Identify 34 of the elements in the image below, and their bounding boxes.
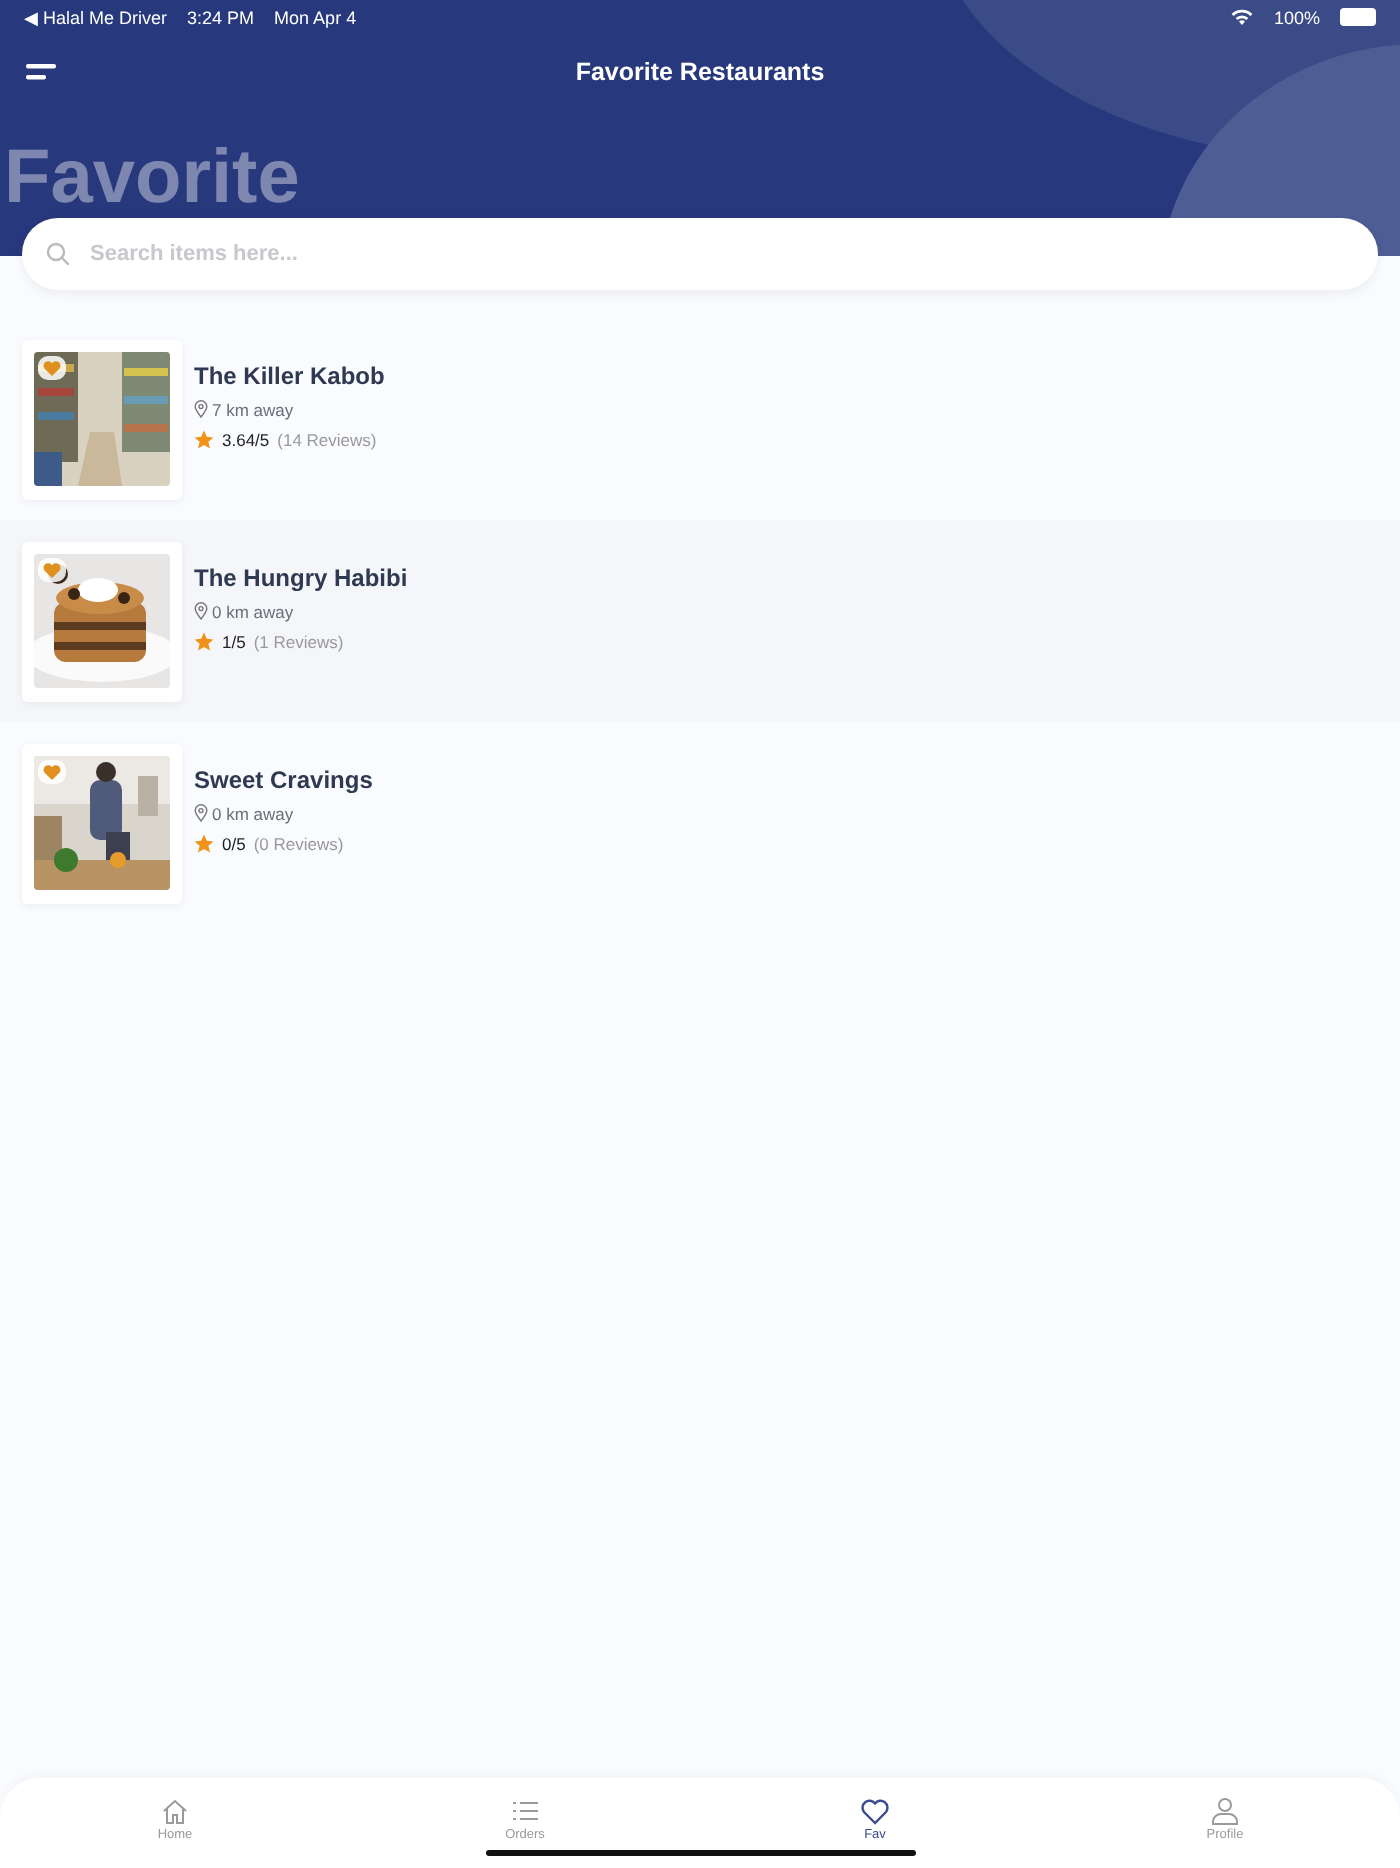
search-icon: [46, 242, 70, 266]
star-icon: [194, 631, 214, 651]
battery-level: 100%: [1273, 7, 1320, 27]
background-heading: Favorite: [4, 140, 300, 216]
star-icon: [194, 833, 214, 853]
person-icon: [1210, 1796, 1240, 1826]
search-field[interactable]: Search items here...: [22, 218, 1378, 290]
distance-text: 0 km away: [212, 601, 294, 621]
star-icon: [194, 429, 214, 449]
distance-text: 7 km away: [212, 399, 294, 419]
restaurant-row[interactable]: The Hungry Habibi 0 km away 1/5 (1 Reviews): [0, 520, 1400, 722]
battery-icon: [1340, 8, 1376, 26]
review-count: (1 Reviews): [253, 631, 344, 651]
home-icon: [160, 1796, 190, 1826]
page-title: Favorite Restaurants: [575, 58, 825, 86]
menu-icon[interactable]: [26, 62, 56, 82]
rating-value: 0/5: [222, 833, 246, 853]
status-date: Mon Apr 4: [274, 7, 357, 27]
review-count: (14 Reviews): [277, 429, 377, 449]
status-time: 3:24 PM: [187, 7, 255, 27]
wifi-icon: [1229, 8, 1254, 26]
back-link[interactable]: ◀ Halal Me Driver: [24, 7, 168, 27]
location-pin-icon: [194, 602, 208, 620]
distance-text: 0 km away: [212, 803, 294, 823]
rating-value: 3.64/5: [222, 429, 270, 449]
restaurant-name[interactable]: The Hungry Habibi: [194, 563, 408, 591]
restaurant-name[interactable]: Sweet Cravings: [194, 765, 373, 793]
list-icon: [510, 1796, 540, 1826]
heart-icon: [860, 1796, 890, 1826]
rating-value: 1/5: [222, 631, 246, 651]
location-pin-icon: [194, 400, 208, 418]
location-pin-icon: [194, 804, 208, 822]
restaurant-name[interactable]: The Killer Kabob: [194, 361, 385, 389]
review-count: (0 Reviews): [253, 833, 344, 853]
